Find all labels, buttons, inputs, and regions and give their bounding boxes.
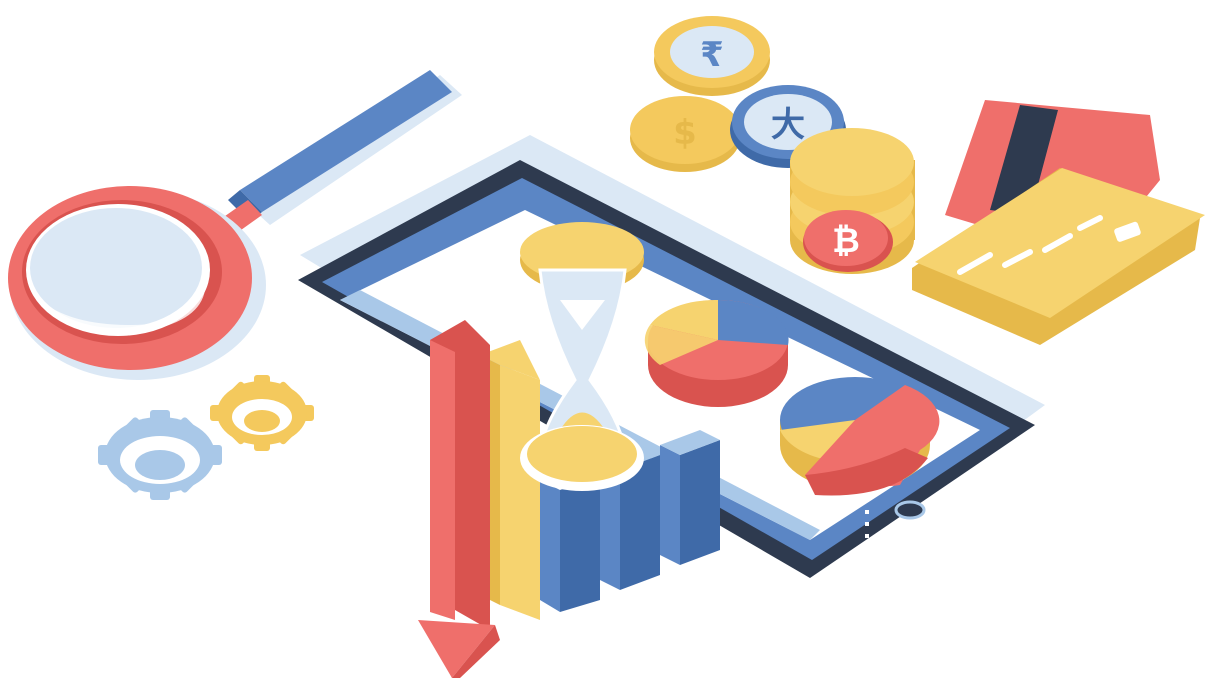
coin-symbol: ₿: [832, 221, 860, 261]
down-arrow-icon: [418, 320, 500, 678]
coin-icon: $: [630, 96, 740, 172]
coin-symbol: $: [673, 113, 697, 153]
coin-icon: ₿: [790, 128, 915, 274]
pie-chart-icon: [644, 299, 789, 407]
coin-symbol: ₹: [700, 35, 724, 75]
gear-icon: [98, 410, 222, 500]
gear-icon: [210, 375, 314, 451]
coin-symbol: 大: [771, 105, 805, 145]
finance-illustration: ₹ $ 大 ₿: [8, 16, 1205, 678]
coin-icon: ₹: [654, 16, 770, 96]
